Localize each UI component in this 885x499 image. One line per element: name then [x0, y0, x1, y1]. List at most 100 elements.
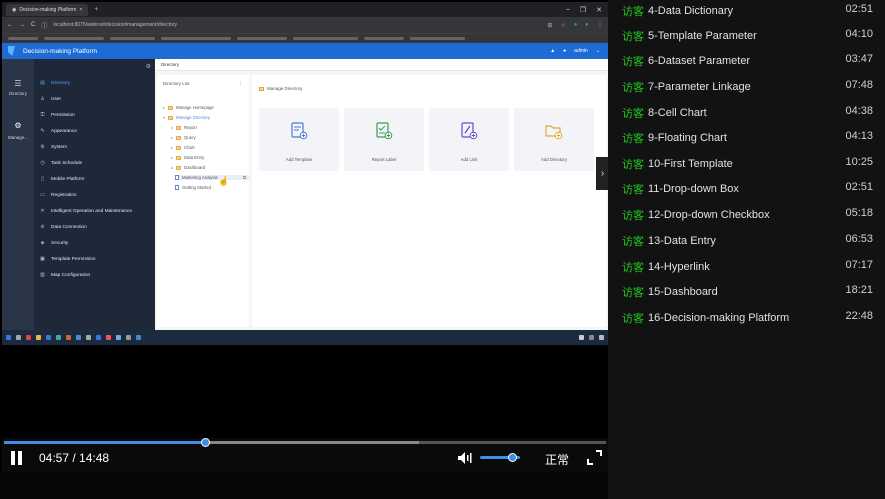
playlist-item[interactable]: 访客 4-Data Dictionary 02:51	[608, 0, 885, 23]
browser-tab: ◉ Decision-making Platform ×	[6, 3, 89, 16]
os-taskbar	[2, 330, 608, 345]
caret-icon: ▸	[171, 135, 174, 140]
playlist-item-duration: 10:25	[845, 156, 873, 168]
below-player-area	[0, 473, 608, 499]
taskbar-app-icon	[56, 335, 61, 340]
directory-list-panel: Directory List ⋮ ▸ Manage Homepage ▾ Manag…	[157, 75, 249, 327]
folder-icon	[176, 145, 182, 150]
playlist-item[interactable]: 访客 10-First Template 10:25	[608, 151, 885, 176]
playlist-panel: 访客 4-Data Dictionary 02:51 访客 5-Template Pa…	[608, 0, 885, 499]
progress-handle[interactable]	[201, 438, 211, 447]
playlist-item-title: 9-Floating Chart	[648, 131, 727, 144]
sidebar-item-template-permission: ▣ Template Permission	[34, 253, 155, 265]
playlist-item[interactable]: 访客 16-Decision-making Platform 22:48	[608, 305, 885, 330]
visitor-tag: 访客	[622, 30, 644, 43]
recorded-browser-window: ◉ Decision-making Platform × + – ❐ ✕ ← →…	[2, 2, 608, 345]
playlist-item[interactable]: 访客 9-Floating Chart 04:13	[608, 125, 885, 150]
manage-gear-icon: ⚙	[14, 121, 22, 130]
playlist-item[interactable]: 访客 6-Dataset Parameter 03:47	[608, 48, 885, 73]
folder-icon	[176, 155, 182, 160]
template-icon: ▣	[40, 256, 45, 262]
video-frame[interactable]: ◉ Decision-making Platform × + – ❐ ✕ ← →…	[2, 2, 608, 439]
sidebar-item-label: Registration	[51, 192, 77, 198]
playlist-item-duration: 07:17	[845, 259, 873, 271]
fullscreen-icon[interactable]	[587, 450, 602, 465]
volume-handle[interactable]	[508, 453, 517, 462]
tree-node-label: Marketing Analysis	[182, 175, 218, 180]
volume-icon[interactable]	[458, 452, 472, 464]
caret-icon: ▸	[171, 145, 174, 150]
directory-list-title: Directory List	[163, 81, 190, 86]
tree-node-label: Data Entry	[184, 155, 205, 160]
window-close-icon: ✕	[596, 6, 602, 14]
sidebar-item-directory: ▤ Directory	[34, 77, 155, 89]
playlist-item-title: 12-Drop-down Checkbox	[648, 208, 770, 221]
directory-grid-icon: ☰	[14, 79, 22, 88]
card-label: Add Template	[285, 157, 313, 162]
card-label: Add Directory	[540, 157, 568, 162]
playlist-item-duration: 04:13	[845, 130, 873, 142]
playlist-item-duration: 04:38	[845, 105, 873, 117]
bookmark-blurred	[8, 37, 38, 40]
playlist-item[interactable]: 访客 8-Cell Chart 04:38	[608, 100, 885, 125]
directory-main-panel: Manage Directory Add Template Report Lab…	[252, 75, 606, 327]
folder-icon	[176, 125, 182, 130]
playlist-item[interactable]: 访客 12-Drop-down Checkbox 05:18	[608, 202, 885, 227]
playlist-item-title: 16-Decision-making Platform	[648, 311, 790, 324]
app-sidebar: ⚙ ▤ Directory ♙ User ⚿ Permission ✎ Appearan…	[34, 59, 155, 330]
bookmark-blurred	[110, 37, 155, 40]
taskbar-app-icon	[46, 335, 51, 340]
folder-icon: ▤	[40, 80, 45, 86]
tree-node-label: Manage Directory	[176, 115, 210, 120]
tree-node-label: Dashboard	[184, 165, 206, 170]
menu-dots-icon: ⋮	[597, 22, 603, 29]
playlist-item[interactable]: 访客 15-Dashboard 18:21	[608, 279, 885, 304]
star-icon: ☆	[560, 22, 566, 29]
pause-button[interactable]	[11, 451, 25, 465]
app-logo-icon	[8, 46, 15, 56]
video-player-page: ◉ Decision-making Platform × + – ❐ ✕ ← →…	[0, 0, 885, 499]
sidebar-item-label: Task Schedule	[51, 160, 83, 166]
extension-icon: ●	[573, 21, 578, 28]
caret-icon: ▸	[171, 125, 174, 130]
playlist-item-title: 10-First Template	[648, 157, 733, 170]
content-tabstrip: Directory	[155, 59, 608, 71]
iconstrip-directory-label: Directory	[8, 91, 27, 96]
forward-icon: →	[19, 22, 25, 28]
playlist-item-duration: 18:21	[845, 284, 873, 296]
sidebar-item-user: ♙ User	[34, 93, 155, 105]
folder-add-icon	[545, 125, 563, 140]
taskbar-app-icon	[16, 335, 21, 340]
sidebar-item-data-connection: ⊘ Data Connection	[34, 221, 155, 233]
playlist-item[interactable]: 访客 14-Hyperlink 07:17	[608, 254, 885, 279]
caret-down-icon: ▾	[163, 115, 166, 120]
app-content: Directory Directory List ⋮ ▸ Manage Homep…	[155, 59, 608, 330]
folder-icon	[168, 115, 174, 120]
playlist-item[interactable]: 访客 7-Parameter Linkage 07:48	[608, 74, 885, 99]
playlist-item-duration: 06:53	[845, 233, 873, 245]
card-label: Report Label	[371, 157, 397, 162]
progress-bar[interactable]	[4, 438, 606, 447]
taskbar-app-icon	[116, 335, 121, 340]
tree-node-label: Getting Started	[182, 185, 211, 190]
mobile-icon: ▯	[41, 176, 44, 182]
add-template-card: Add Template	[259, 108, 339, 171]
visitor-tag: 访客	[622, 5, 644, 18]
playlist-item[interactable]: 访客 13-Data Entry 06:53	[608, 228, 885, 253]
playback-speed-button[interactable]: 正常	[545, 451, 569, 468]
sidebar-item-appearance: ✎ Appearance	[34, 125, 155, 137]
sidebar-item-label: Map Configuration	[51, 272, 91, 278]
taskbar-app-icon	[36, 335, 41, 340]
tray-icon	[579, 335, 584, 340]
sidebar-item-label: Template Permission	[51, 256, 96, 262]
user-name: admin	[574, 48, 588, 54]
copy-icon: ⧉	[242, 175, 246, 180]
tree-node-label: Report	[184, 125, 197, 130]
sidebar-item-label: System	[51, 144, 67, 150]
playlist-item[interactable]: 访客 5-Template Parameter 04:10	[608, 23, 885, 48]
breadcrumb-label: Manage Directory	[267, 86, 303, 91]
taskbar-app-icon	[66, 335, 71, 340]
back-icon: ←	[7, 22, 13, 28]
playlist-item[interactable]: 访客 11-Drop-down Box 02:51	[608, 176, 885, 201]
user-icon: ♙	[40, 96, 45, 102]
